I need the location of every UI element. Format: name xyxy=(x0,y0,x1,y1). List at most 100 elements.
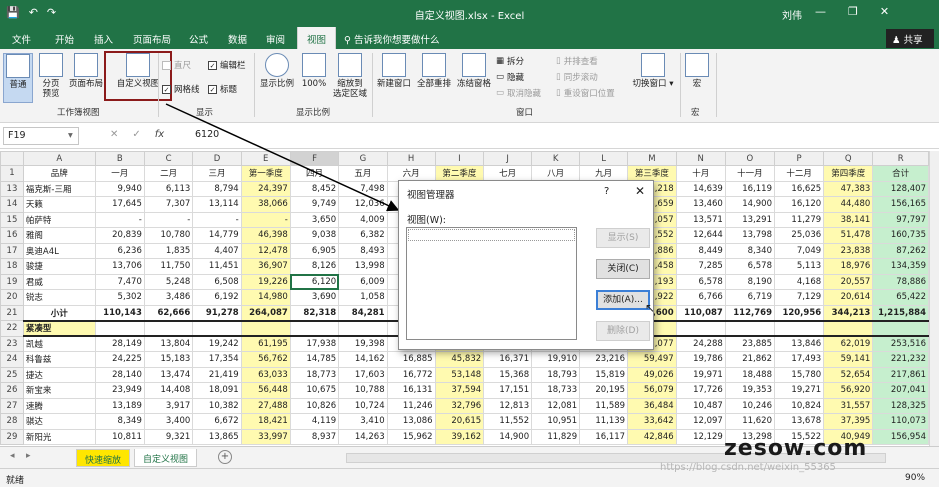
data-cell[interactable]: 37,395 xyxy=(823,413,874,430)
data-cell[interactable]: 120,956 xyxy=(773,304,825,321)
data-cell[interactable]: 13,865 xyxy=(192,428,242,445)
data-cell[interactable]: 11,139 xyxy=(579,413,629,430)
data-cell[interactable]: 14,408 xyxy=(143,382,194,399)
zoom-button[interactable]: 显示比例 xyxy=(258,53,296,89)
column-header[interactable]: B xyxy=(94,151,145,166)
row-label-cell[interactable]: 凯越 xyxy=(22,335,96,352)
next-sheet-icon[interactable]: ▸ xyxy=(26,451,31,461)
data-cell[interactable]: 18,091 xyxy=(192,382,242,399)
data-cell[interactable]: 11,279 xyxy=(773,211,825,228)
data-cell[interactable]: 20,557 xyxy=(823,273,874,290)
data-cell[interactable]: 10,811 xyxy=(94,428,145,445)
column-header[interactable]: O xyxy=(724,151,775,166)
data-cell[interactable]: 20,614 xyxy=(823,289,874,306)
row-header[interactable]: 21 xyxy=(0,304,24,321)
data-cell[interactable]: 合计 xyxy=(872,165,929,182)
row-label-cell[interactable]: 新宝来 xyxy=(22,382,96,399)
unhide-button[interactable]: ▭ 取消隐藏 xyxy=(496,87,541,99)
data-cell[interactable]: 17,726 xyxy=(675,382,726,399)
data-cell[interactable]: - xyxy=(94,211,145,228)
data-cell[interactable]: 51,478 xyxy=(823,227,874,244)
data-cell[interactable]: 12,129 xyxy=(675,428,726,445)
data-cell[interactable]: 11,829 xyxy=(531,428,581,445)
data-cell[interactable]: 11,451 xyxy=(192,258,242,275)
data-cell[interactable]: 第二季度 xyxy=(434,165,485,182)
data-cell[interactable]: 14,980 xyxy=(240,289,291,306)
data-cell[interactable]: 7,498 xyxy=(338,180,388,197)
data-cell[interactable]: 36,907 xyxy=(240,258,291,275)
data-cell[interactable]: 46,398 xyxy=(240,227,291,244)
data-cell[interactable]: 20,195 xyxy=(579,382,629,399)
row-header[interactable]: 15 xyxy=(0,211,24,228)
share-button[interactable]: ♟ 共享 xyxy=(886,29,934,48)
data-cell[interactable]: 5,302 xyxy=(94,289,145,306)
data-cell[interactable]: 15,368 xyxy=(483,366,533,383)
data-cell[interactable]: 42,846 xyxy=(627,428,677,445)
data-cell[interactable]: 45,832 xyxy=(434,351,485,368)
data-cell[interactable]: 6,236 xyxy=(94,242,145,259)
data-cell[interactable]: 17,354 xyxy=(192,351,242,368)
data-cell[interactable] xyxy=(338,319,388,337)
row-header[interactable]: 14 xyxy=(0,196,24,213)
data-cell[interactable]: 65,422 xyxy=(872,289,929,306)
row-label-cell[interactable]: 科鲁兹 xyxy=(22,351,96,368)
row-header[interactable]: 18 xyxy=(0,258,24,275)
data-cell[interactable]: 78,886 xyxy=(872,273,929,290)
zoom-level[interactable]: 90% xyxy=(905,473,925,483)
data-cell[interactable]: 13,571 xyxy=(675,211,726,228)
prev-sheet-icon[interactable]: ◂ xyxy=(10,451,15,461)
data-cell[interactable]: 四月 xyxy=(289,165,340,182)
data-cell[interactable]: 六月 xyxy=(386,165,436,182)
row-header[interactable]: 16 xyxy=(0,227,24,244)
column-header[interactable]: C xyxy=(143,151,194,166)
data-cell[interactable]: 10,675 xyxy=(289,382,340,399)
row-label-cell[interactable]: 小计 xyxy=(22,304,96,321)
tab-data[interactable]: 数据 xyxy=(228,32,247,46)
data-cell[interactable]: 12,036 xyxy=(338,196,388,213)
data-cell[interactable]: 16,772 xyxy=(386,366,436,383)
add-sheet-icon[interactable]: + xyxy=(218,450,232,464)
data-cell[interactable]: 6,113 xyxy=(143,180,194,197)
data-cell[interactable]: 八月 xyxy=(531,165,581,182)
row-header[interactable]: 20 xyxy=(0,289,24,306)
data-cell[interactable]: 217,861 xyxy=(872,366,929,383)
data-cell[interactable]: 56,920 xyxy=(823,382,874,399)
data-cell[interactable]: 8,449 xyxy=(675,242,726,259)
data-cell[interactable]: 207,041 xyxy=(872,382,929,399)
data-cell[interactable]: 19,353 xyxy=(724,382,775,399)
data-cell[interactable]: 9,940 xyxy=(94,180,145,197)
data-cell[interactable]: 14,779 xyxy=(192,227,242,244)
data-cell[interactable]: 33,642 xyxy=(627,413,677,430)
data-cell[interactable]: 17,645 xyxy=(94,196,145,213)
data-cell[interactable]: 21,419 xyxy=(192,366,242,383)
data-cell[interactable]: 11,246 xyxy=(386,397,436,414)
row-label-cell[interactable]: 速腾 xyxy=(22,397,96,414)
data-cell[interactable] xyxy=(94,319,145,337)
row-header[interactable]: 27 xyxy=(0,397,24,414)
data-cell[interactable]: 63,033 xyxy=(240,366,291,383)
zoom-to-selection-button[interactable]: 缩放到 选定区域 xyxy=(331,53,369,99)
data-cell[interactable]: 13,846 xyxy=(773,335,825,352)
data-cell[interactable]: 10,788 xyxy=(338,382,388,399)
page-break-preview-button[interactable]: 分页 预览 xyxy=(36,53,66,99)
data-cell[interactable]: 8,340 xyxy=(724,242,775,259)
tab-page-layout[interactable]: 页面布局 xyxy=(133,32,171,46)
data-cell[interactable]: 19,786 xyxy=(675,351,726,368)
column-header[interactable]: H xyxy=(386,151,436,166)
row-header[interactable]: 25 xyxy=(0,366,24,383)
data-cell[interactable]: 14,900 xyxy=(483,428,533,445)
data-cell[interactable]: 16,625 xyxy=(773,180,825,197)
data-cell[interactable]: 97,797 xyxy=(872,211,929,228)
data-cell[interactable]: 6,120 xyxy=(289,273,340,290)
row-label-cell[interactable]: 新阳光 xyxy=(22,428,96,445)
data-cell[interactable]: 56,762 xyxy=(240,351,291,368)
data-cell[interactable]: 16,117 xyxy=(579,428,629,445)
data-cell[interactable]: 17,493 xyxy=(773,351,825,368)
data-cell[interactable]: 13,086 xyxy=(386,413,436,430)
data-cell[interactable]: 18,421 xyxy=(240,413,291,430)
data-cell[interactable]: 36,484 xyxy=(627,397,677,414)
data-cell[interactable]: 10,951 xyxy=(531,413,581,430)
add-view-button[interactable]: 添加(A)... xyxy=(596,290,650,310)
data-cell[interactable]: 112,769 xyxy=(724,304,775,321)
row-label-cell[interactable]: 骐达 xyxy=(22,413,96,430)
